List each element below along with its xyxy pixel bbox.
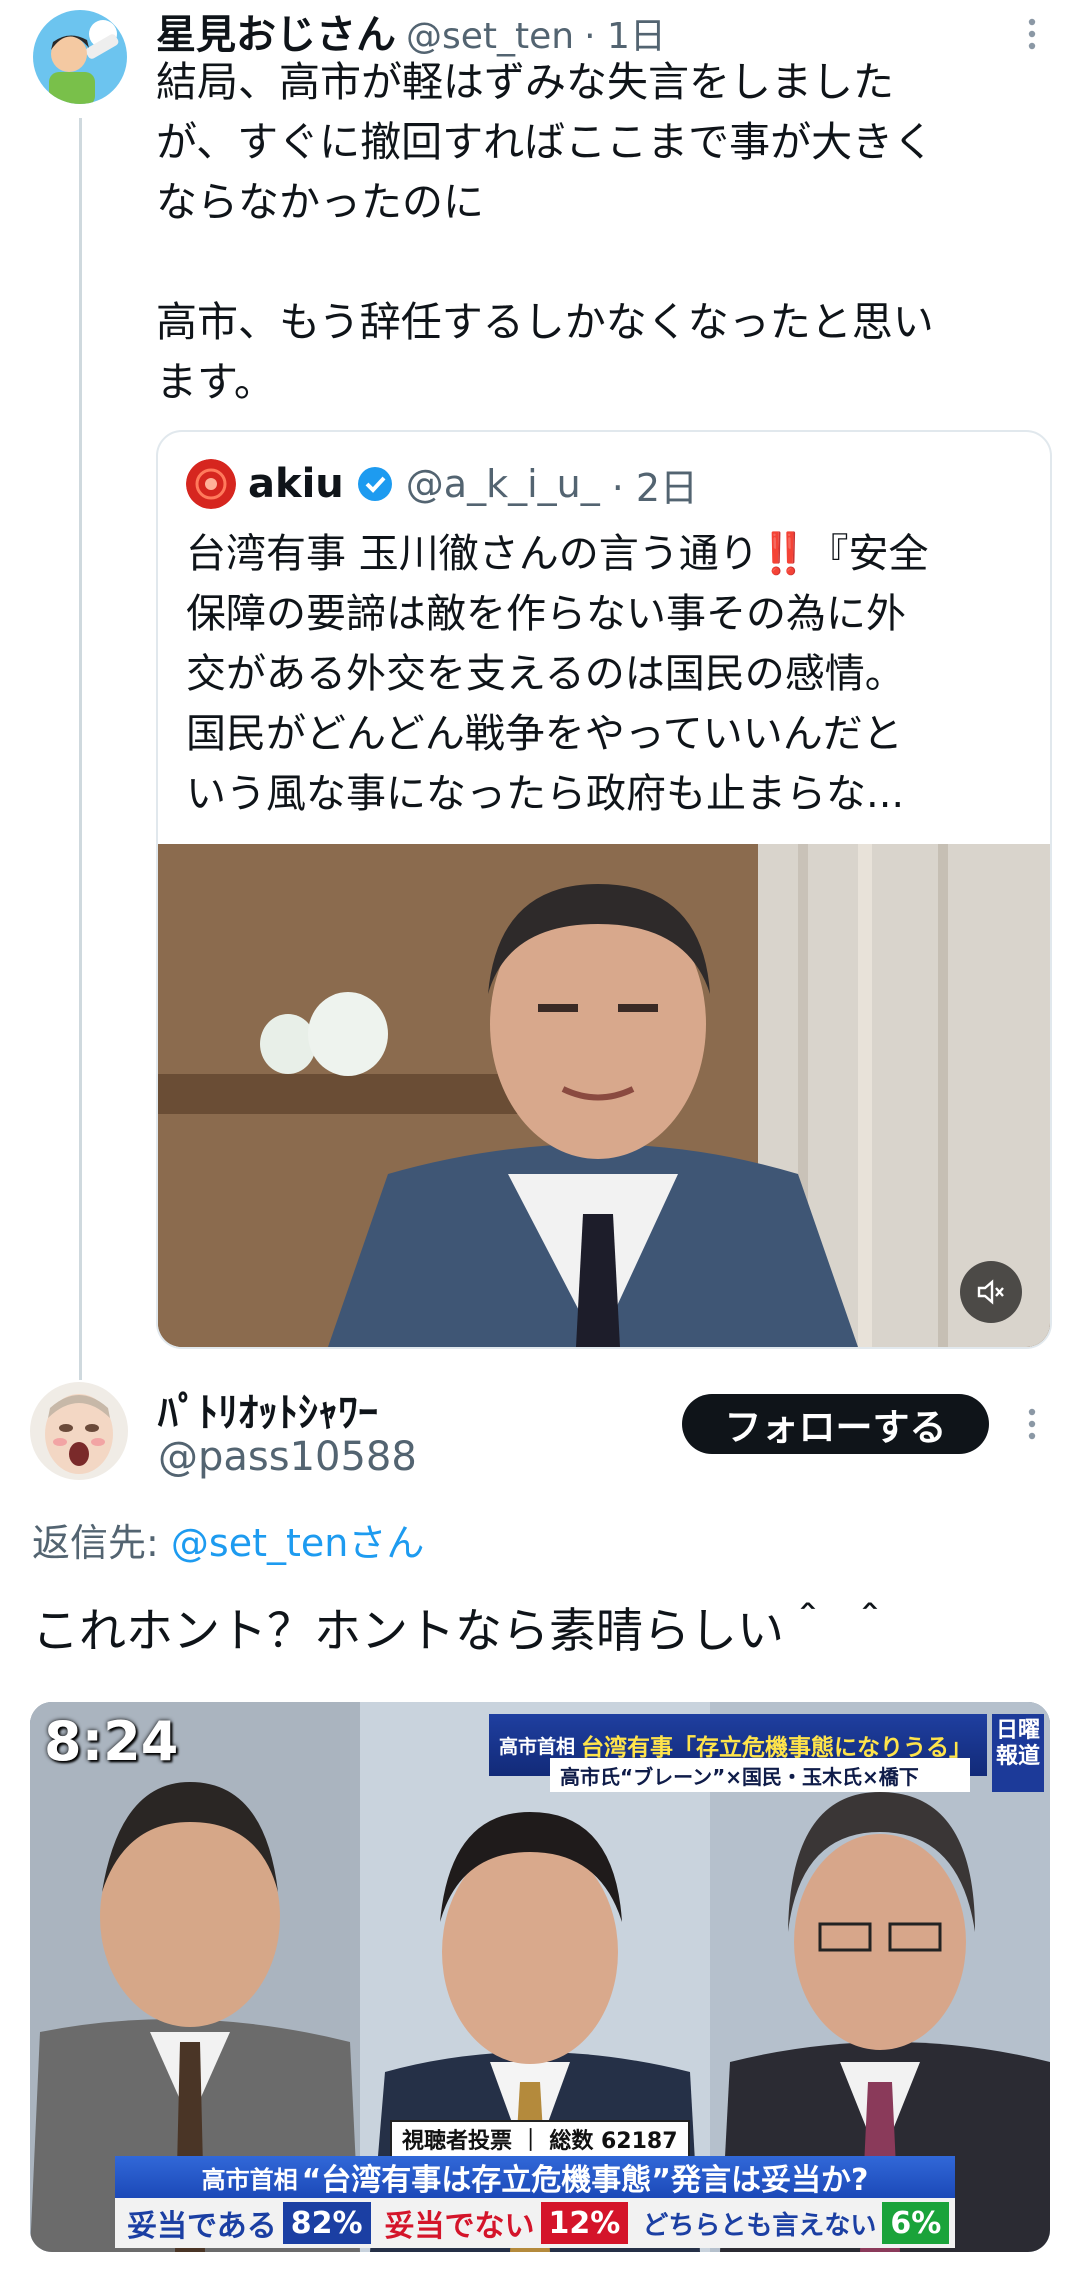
thread-connector-line: [79, 118, 82, 1380]
attached-image[interactable]: 8:24 高市首相 台湾有事「存立危機事態になりうる」 高市氏“ブレーン”×国民…: [30, 1702, 1050, 2252]
volume-muted-icon[interactable]: [960, 1261, 1022, 1323]
result-b-label: 妥当でない: [384, 2209, 535, 2244]
video-player[interactable]: [158, 844, 1050, 1347]
tweet-text: これホント？ホントなら素晴らしい＾ ＾: [32, 1604, 893, 1659]
reply-to-line: 返信先: @set_tenさん: [32, 1512, 424, 1567]
author-name[interactable]: ﾊﾟﾄﾘｵｯﾄｼｬﾜｰ: [158, 1380, 378, 1438]
tv-headline-main: 台湾有事「存立危機事態になりうる」: [581, 1735, 973, 1761]
tv-subheadline: 高市氏“ブレーン”×国民・玉木氏×橋下: [550, 1758, 970, 1792]
quoted-tweet-card[interactable]: akiu @a_k_i_u_ · 2日 台湾有事 玉川徹さんの言う通り‼️『安全…: [156, 430, 1052, 1349]
quote-author-handle[interactable]: @a_k_i_u_: [406, 462, 600, 506]
tv-poll-question: 高市首相 “台湾有事は存立危機事態”発言は妥当か?: [115, 2156, 955, 2198]
tweet-text: 結局、高市が軽はずみな失言をしました が、すぐに撤回すればここまで事が大きく な…: [156, 58, 935, 406]
result-b-value: 12%: [540, 2202, 629, 2244]
tv-headline-prefix: 高市首相: [499, 1735, 576, 1758]
quote-time[interactable]: · 2日: [612, 457, 698, 512]
reply-to-handle-link[interactable]: @set_tenさん: [171, 1521, 424, 1565]
tweet-header: 星見おじさん @set_ten · 1日: [156, 2, 666, 58]
quote-text: 台湾有事 玉川徹さんの言う通り‼️『安全 保障の要諦は敵を作らない事その為に外 …: [186, 531, 929, 817]
follow-button[interactable]: フォローする: [682, 1394, 989, 1454]
result-c-value: 6%: [882, 2202, 950, 2244]
tv-poll-results: 妥当である 82% 妥当でない 12% どちらとも言えない 6%: [115, 2198, 955, 2248]
result-c-label: どちらとも言えない: [642, 2210, 877, 2241]
avatar[interactable]: [33, 10, 127, 104]
more-vertical-icon[interactable]: [1020, 1404, 1044, 1444]
reply-to-prefix: 返信先:: [32, 1521, 171, 1565]
avatar[interactable]: [30, 1382, 128, 1480]
quote-header: akiu @a_k_i_u_ · 2日: [186, 456, 698, 512]
quote-avatar[interactable]: [186, 459, 236, 509]
author-handle[interactable]: @pass10588: [158, 1434, 417, 1480]
quote-author-name[interactable]: akiu: [248, 461, 344, 507]
author-handle[interactable]: @set_ten: [406, 16, 574, 57]
tv-program-logo: 日曜 報道: [992, 1714, 1044, 1792]
video-thumbnail: [158, 844, 1050, 1347]
result-a-label: 妥当である: [127, 2209, 277, 2244]
verified-badge-icon: [356, 465, 394, 503]
more-vertical-icon[interactable]: [1020, 14, 1044, 54]
result-a-value: 82%: [282, 2202, 371, 2244]
tv-question-main: “台湾有事は存立危機事態”発言は妥当か?: [301, 2163, 869, 2198]
tv-question-prefix: 高市首相: [201, 2165, 298, 2194]
tv-poll-label: 視聴者投票 ｜ 総数 62187: [390, 2120, 690, 2158]
tv-clock: 8:24: [44, 1710, 179, 1773]
